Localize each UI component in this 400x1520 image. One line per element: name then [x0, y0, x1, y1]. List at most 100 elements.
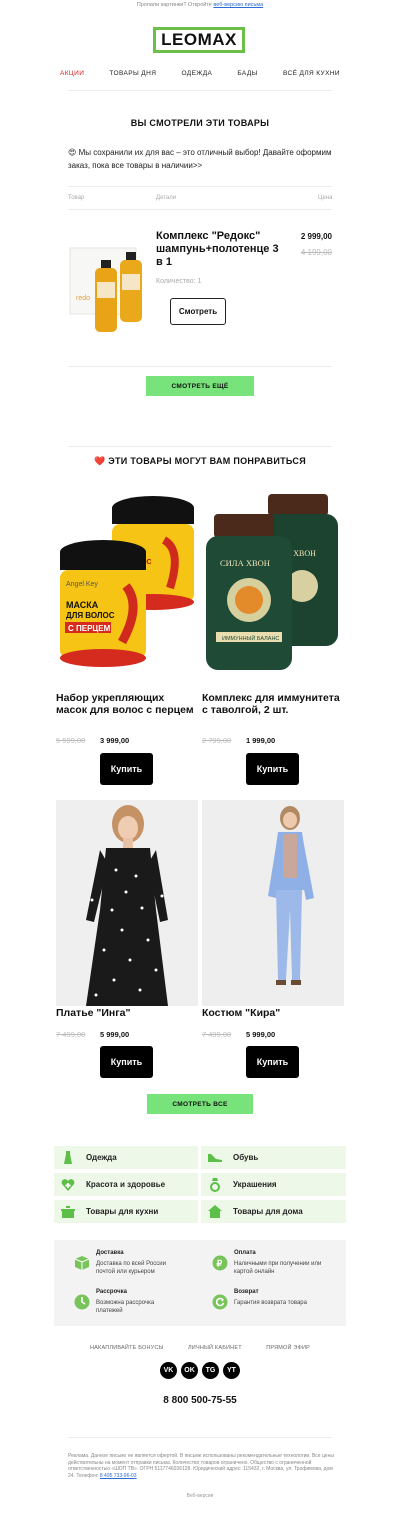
product-image-suit[interactable] — [202, 800, 344, 1006]
product-old-price-4: 7 499,00 — [202, 1030, 232, 1039]
product-image-hair-mask[interactable]: ВОЛОС Angel Key МАСКА ДЛЯ ВОЛОС С ПЕРЦЕМ — [56, 490, 198, 672]
preheader-text: Пропали картинки? Откройте — [136, 2, 212, 8]
nav-item-supplements[interactable]: БАДЫ — [237, 70, 257, 77]
svg-text:ИММУННЫЙ БАЛАНС: ИММУННЫЙ БАЛАНС — [222, 634, 279, 642]
buy-button-4[interactable]: Купить — [246, 1046, 299, 1078]
telegram-icon[interactable]: TG — [202, 1362, 219, 1379]
svg-text:СИЛА ХВОН: СИЛА ХВОН — [220, 558, 270, 568]
product-title-1[interactable]: Набор укрепляющих масок для волос с перц… — [56, 692, 198, 716]
category-kitchen[interactable]: Товары для кухни — [54, 1200, 198, 1223]
info-text-return: Гарантия возврата товара — [234, 1300, 307, 1306]
ok-icon[interactable]: OK — [181, 1362, 198, 1379]
product-price-1: 3 999,00 — [100, 736, 130, 745]
telegram-label: TG — [205, 1367, 216, 1374]
svg-text:redo: redo — [76, 295, 90, 302]
viewed-title: ВЫ СМОТРЕЛИ ЭТИ ТОВАРЫ — [130, 118, 270, 128]
product-price-2: 1 999,00 — [246, 736, 276, 745]
pot-icon — [58, 1205, 78, 1218]
see-more-button[interactable]: СМОТРЕТЬ ЕЩЁ — [146, 376, 254, 396]
house-icon — [205, 1205, 225, 1218]
footer-links: НАКАПЛИВАЙТЕ БОНУСЫ ЛИЧНЫЙ КАБИНЕТ ПРЯМО… — [90, 1345, 310, 1351]
divider — [68, 209, 332, 210]
buy-button-1[interactable]: Купить — [100, 753, 153, 785]
product-image-redox[interactable]: redo — [68, 238, 150, 334]
footer-link-bonuses[interactable]: НАКАПЛИВАЙТЕ БОНУСЫ — [90, 1345, 164, 1351]
preheader: Пропали картинки? Откройте веб-версию пи… — [0, 2, 400, 8]
buy-button-3[interactable]: Купить — [100, 1046, 153, 1078]
viewed-product-price: 2 999,00 — [300, 232, 332, 241]
divider — [68, 90, 332, 91]
legal-text: Реклама. Данное письмо не является оферт… — [68, 1453, 334, 1479]
svg-text:ДЛЯ ВОЛОС: ДЛЯ ВОЛОС — [66, 611, 115, 620]
product-old-price-3: 7 499,00 — [56, 1030, 86, 1039]
info-text-installment: Возможна рассрочка платежей — [96, 1300, 155, 1314]
nav-item-kitchen[interactable]: ВСЁ ДЛЯ КУХНИ — [283, 70, 340, 77]
category-label: Обувь — [233, 1153, 259, 1162]
product-image-immunity[interactable]: ЛА ХВОН СИЛА ХВОН ИММУННЫЙ БАЛАНС — [202, 490, 344, 672]
svg-text:МАСКА: МАСКА — [66, 600, 99, 610]
heart-plus-icon — [58, 1178, 78, 1191]
vk-label: VK — [163, 1367, 174, 1374]
dress-icon — [58, 1150, 78, 1165]
category-home[interactable]: Товары для дома — [201, 1200, 346, 1223]
product-price-4: 5 999,00 — [246, 1030, 276, 1039]
divider — [68, 186, 332, 187]
info-text-payment: Наличными при получении или картой онлай… — [234, 1261, 322, 1275]
footer-link-live[interactable]: ПРЯМОЙ ЭФИР — [266, 1345, 310, 1351]
svg-text:₽: ₽ — [217, 1259, 223, 1269]
web-version-link[interactable]: веб-версию письма — [213, 2, 263, 8]
svg-text:С ПЕРЦЕМ: С ПЕРЦЕМ — [68, 624, 111, 633]
youtube-icon[interactable]: YT — [223, 1362, 240, 1379]
clock-icon — [74, 1294, 90, 1315]
footer-link-account[interactable]: ЛИЧНЫЙ КАБИНЕТ — [188, 1345, 242, 1351]
svg-text:Angel Key: Angel Key — [66, 581, 98, 588]
product-title-4[interactable]: Костюм "Кира" — [202, 1007, 344, 1019]
category-label: Товары для дома — [233, 1207, 303, 1216]
shoe-icon — [205, 1153, 225, 1163]
info-text-delivery: Доставка по всей России почтой или курье… — [96, 1261, 166, 1275]
category-clothes[interactable]: Одежда — [54, 1146, 198, 1169]
category-label: Товары для кухни — [86, 1207, 159, 1216]
divider — [68, 446, 332, 447]
viewed-product-qty: Количество: 1 — [156, 278, 202, 285]
ok-label: OK — [184, 1367, 195, 1374]
header-details: Детали — [156, 195, 177, 201]
product-title-2[interactable]: Комплекс для иммунитета с таволгой, 2 шт… — [202, 692, 344, 716]
viewed-product-old-price: 4 199,00 — [300, 248, 332, 257]
info-title-payment: Оплата — [234, 1250, 256, 1256]
box-icon — [74, 1255, 90, 1276]
phone-number[interactable]: 8 800 500-75-55 — [0, 1395, 400, 1406]
ruble-icon: ₽ — [212, 1255, 228, 1276]
category-beauty[interactable]: Красота и здоровье — [54, 1173, 198, 1196]
nav-item-clothes[interactable]: ОДЕЖДА — [181, 70, 212, 77]
category-label: Украшения — [233, 1180, 277, 1189]
divider — [68, 366, 332, 367]
product-price-3: 5 999,00 — [100, 1030, 130, 1039]
nav-item-deals[interactable]: ТОВАРЫ ДНЯ — [109, 70, 156, 77]
legal-phone-link[interactable]: 8 495 733-96-03 — [100, 1473, 137, 1479]
logo[interactable]: LEOMAX — [153, 27, 245, 53]
info-title-delivery: Доставка — [96, 1250, 124, 1256]
see-all-button[interactable]: СМОТРЕТЬ ВСЕ — [147, 1094, 253, 1114]
category-shoes[interactable]: Обувь — [201, 1146, 346, 1169]
nav-item-sales[interactable]: АКЦИИ — [60, 70, 84, 77]
category-label: Одежда — [86, 1153, 117, 1162]
product-old-price-1: 5 599,00 — [56, 736, 86, 745]
ring-icon — [205, 1177, 225, 1192]
web-version-footer[interactable]: Веб-версия — [0, 1493, 400, 1499]
header-product: Товар — [68, 195, 85, 201]
view-product-button[interactable]: Смотреть — [170, 298, 226, 325]
header-price: Цена — [318, 195, 333, 201]
product-image-dress[interactable] — [56, 800, 198, 1006]
divider — [68, 1437, 332, 1438]
return-icon — [212, 1294, 228, 1315]
buy-button-2[interactable]: Купить — [246, 753, 299, 785]
category-label: Красота и здоровье — [86, 1180, 166, 1189]
vk-icon[interactable]: VK — [160, 1362, 177, 1379]
youtube-label: YT — [227, 1367, 236, 1374]
category-jewelry[interactable]: Украшения — [201, 1173, 346, 1196]
product-title-3[interactable]: Платье "Инга" — [56, 1007, 198, 1019]
viewed-product-title[interactable]: Комплекс "Редокс" шампунь+полотенце 3 в … — [156, 230, 280, 269]
viewed-intro: 😍 Мы сохранили их для вас – это отличный… — [68, 148, 332, 170]
product-old-price-2: 2 799,00 — [202, 736, 232, 745]
